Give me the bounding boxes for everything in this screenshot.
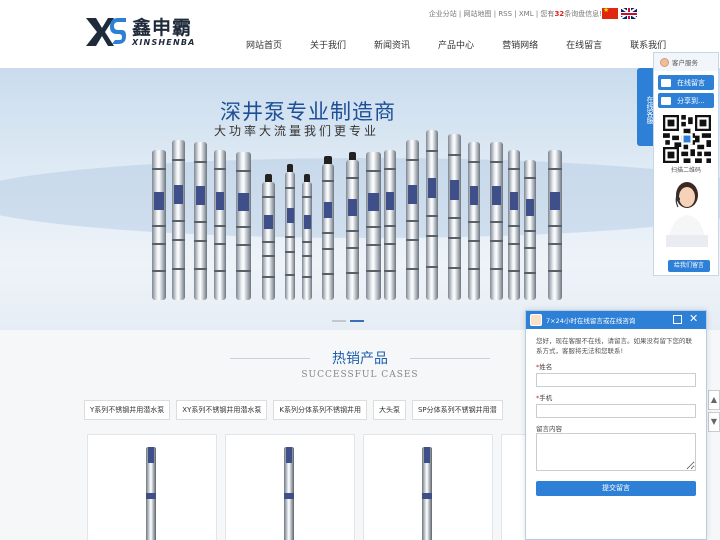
chevron-up-icon[interactable]: ▲ — [708, 390, 720, 410]
product-card[interactable] — [87, 434, 217, 540]
message-textarea[interactable] — [536, 433, 696, 471]
banner-subtitle: 大功率大流量我们更专业 — [214, 124, 380, 138]
tab-big-head-pump[interactable]: 大头泵 — [372, 400, 406, 420]
main-nav: 网站首页 关于我们 新闻资讯 产品中心 营销网络 在线留言 联系我们 — [246, 38, 694, 51]
maximize-icon[interactable] — [673, 315, 682, 324]
name-label: *姓名 — [536, 363, 553, 371]
share-button[interactable]: 分享到... — [658, 93, 714, 108]
banner-pump — [524, 160, 536, 300]
banner-pump — [490, 142, 503, 300]
inquiry-count[interactable]: 32 — [554, 10, 564, 18]
banner-pump — [214, 150, 226, 300]
product-card[interactable] — [225, 434, 355, 540]
phone-input[interactable] — [536, 404, 696, 418]
banner-pump — [346, 152, 359, 300]
product-image — [422, 447, 432, 540]
qr-code-icon — [663, 115, 711, 163]
tab-k-series[interactable]: K系列分体系列不锈钢井用 — [273, 400, 367, 420]
leave-message-button[interactable]: 给我们留言 — [668, 260, 710, 272]
close-icon[interactable]: ✕ — [689, 312, 698, 325]
tab-sp-series[interactable]: SP分体系列不锈钢井用潜 — [411, 400, 503, 420]
tab-y-series[interactable]: Y系列不锈钢井用潜水泵 — [84, 400, 171, 420]
nav-products[interactable]: 产品中心 — [438, 38, 474, 51]
tab-xy-series[interactable]: XY系列不锈钢井用潜水泵 — [176, 400, 268, 420]
mail-icon — [661, 78, 671, 87]
share-label: 分享到... — [677, 96, 705, 105]
banner-pump — [172, 140, 185, 300]
top-links-text[interactable]: 企业分站 | 网站地图 | RSS | XML | 您有 — [429, 10, 555, 18]
name-input[interactable] — [536, 373, 696, 387]
banner-pump — [236, 152, 251, 300]
logo-text: 鑫申霸 XINSHENBA — [132, 18, 196, 47]
banner-water-wave — [0, 158, 720, 238]
slider-dot-active[interactable] — [350, 320, 364, 322]
banner-pump — [366, 152, 381, 300]
chevron-down-icon[interactable]: ▼ — [708, 412, 720, 432]
online-message-label: 在线留言 — [677, 78, 705, 87]
nav-about[interactable]: 关于我们 — [310, 38, 346, 51]
content-label: 留言内容 — [536, 425, 562, 433]
banner-pump — [548, 150, 562, 300]
phone-label-text: 手机 — [539, 394, 553, 402]
service-avatar-icon — [660, 57, 669, 67]
banner-pump — [426, 130, 438, 300]
banner-pump — [302, 174, 312, 300]
china-flag-icon[interactable] — [602, 6, 618, 19]
hero-banner[interactable]: 深井泵专业制造商 大功率大流量我们更专业 — [0, 68, 720, 330]
phone-label: *手机 — [536, 394, 553, 402]
top-links-suffix[interactable]: 条询盘信息! — [564, 10, 602, 18]
slider-dots — [332, 320, 368, 322]
banner-pump — [448, 134, 461, 300]
chat-header[interactable]: 7×24小时在线留言或在线咨询 ✕ — [526, 311, 706, 329]
chat-header-title: 7×24小时在线留言或在线咨询 — [546, 317, 636, 325]
nav-message[interactable]: 在线留言 — [566, 38, 602, 51]
brand-name-en: XINSHENBA — [132, 37, 196, 47]
site-header: 鑫申霸 XINSHENBA 企业分站 | 网站地图 | RSS | XML | … — [0, 0, 720, 68]
chat-panel: 7×24小时在线留言或在线咨询 ✕ 您好，现在客服不在线，请留言。如果没有留下您… — [525, 310, 707, 540]
banner-pump — [194, 142, 207, 300]
uk-flag-icon[interactable] — [621, 8, 637, 19]
banner-pump — [152, 150, 166, 300]
name-label-text: 姓名 — [539, 363, 553, 371]
product-image — [146, 447, 156, 540]
product-image — [284, 447, 294, 540]
product-card[interactable] — [363, 434, 493, 540]
online-message-button[interactable]: 在线留言 — [658, 75, 714, 90]
banner-pump — [285, 164, 295, 300]
product-category-tabs: Y系列不锈钢井用潜水泵 XY系列不锈钢井用潜水泵 K系列分体系列不锈钢井用 大头… — [84, 400, 509, 420]
support-agent-icon — [666, 182, 708, 247]
nav-home[interactable]: 网站首页 — [246, 38, 282, 51]
nav-contact[interactable]: 联系我们 — [630, 38, 666, 51]
banner-pump — [468, 142, 480, 300]
service-header: 客户服务 — [654, 53, 718, 71]
banner-pump — [322, 156, 334, 300]
banner-pump — [508, 150, 520, 300]
logo-mark-icon — [86, 18, 126, 46]
page: 鑫申霸 XINSHENBA 企业分站 | 网站地图 | RSS | XML | … — [0, 0, 720, 540]
chat-avatar-icon — [530, 314, 542, 326]
banner-pump — [384, 150, 396, 300]
site-logo[interactable]: 鑫申霸 XINSHENBA — [84, 16, 196, 48]
nav-network[interactable]: 营销网络 — [502, 38, 538, 51]
service-header-label: 客户服务 — [672, 59, 698, 67]
banner-pump — [406, 140, 419, 300]
customer-service-widget: 客户服务 在线留言 分享到... 扫描二维码 给我们留言 — [653, 52, 719, 276]
slider-dot[interactable] — [332, 320, 346, 322]
submit-message-button[interactable]: 提交留言 — [536, 481, 696, 496]
qr-caption: 扫描二维码 — [670, 167, 701, 174]
banner-pump — [262, 174, 275, 300]
chat-welcome-text: 您好，现在客服不在线，请留言。如果没有留下您的联系方式，客服将无法和您联系! — [536, 337, 692, 355]
top-links[interactable]: 企业分站 | 网站地图 | RSS | XML | 您有32条询盘信息! — [429, 9, 602, 19]
brand-name-cn: 鑫申霸 — [132, 16, 193, 39]
share-icon — [661, 96, 671, 105]
nav-news[interactable]: 新闻资讯 — [374, 38, 410, 51]
